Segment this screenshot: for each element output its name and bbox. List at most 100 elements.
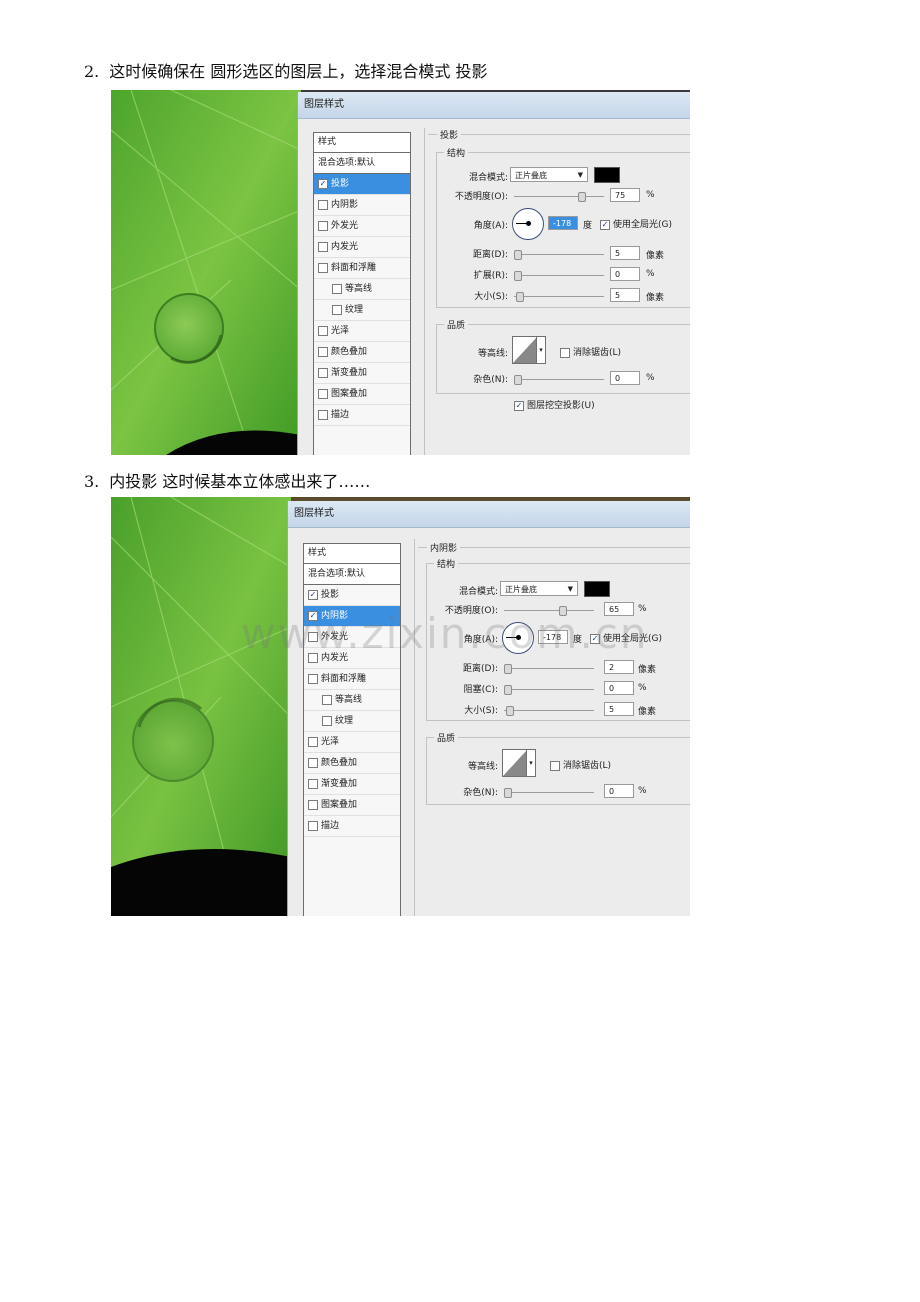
style-item-drop-shadow[interactable]: ✓ 投影	[304, 585, 400, 606]
size-label: 大小(S):	[464, 706, 498, 716]
spread-input[interactable]: 0	[610, 267, 640, 281]
opacity-slider[interactable]	[514, 192, 604, 202]
style-item-pattern-overlay[interactable]: 图案叠加	[304, 795, 400, 816]
checkbox[interactable]	[308, 820, 318, 831]
checkbox-checked[interactable]: ✓	[308, 589, 318, 600]
distance-input[interactable]: 2	[604, 660, 634, 674]
contour-picker[interactable]: ▾	[502, 749, 536, 777]
slider-handle[interactable]	[578, 192, 586, 202]
checkbox[interactable]	[308, 799, 318, 810]
section-title: 内阴影	[427, 541, 461, 554]
slider-handle[interactable]	[514, 250, 522, 260]
checkbox[interactable]	[318, 325, 328, 336]
global-light-checkbox[interactable]: ✓ 使用全局光(G)	[600, 217, 672, 230]
checkbox[interactable]	[308, 757, 318, 768]
style-item-texture[interactable]: 纹理	[304, 711, 400, 732]
distance-input[interactable]: 5	[610, 246, 640, 260]
slider-handle[interactable]	[504, 685, 512, 695]
noise-slider[interactable]	[504, 788, 594, 798]
slider-handle[interactable]	[516, 292, 524, 302]
checkbox-checked[interactable]: ✓	[600, 219, 610, 230]
style-item-contour[interactable]: 等高线	[304, 690, 400, 711]
style-item-color-overlay[interactable]: 颜色叠加	[314, 342, 410, 363]
spread-slider[interactable]	[514, 271, 604, 281]
checkbox[interactable]	[318, 409, 328, 420]
step-3-caption: 3. 内投影 这时候基本立体感出来了……	[84, 468, 370, 492]
choke-slider[interactable]	[504, 685, 594, 695]
layer-style-dialog: 图层样式 样式 混合选项:默认 ✓ 投影 内阴影 外发光 内发光 斜面和浮雕 等高…	[297, 92, 690, 455]
angle-dial[interactable]	[512, 208, 544, 240]
style-item-drop-shadow[interactable]: ✓ 投影	[314, 174, 410, 195]
chevron-down-icon[interactable]: ▾	[526, 750, 535, 776]
checkbox[interactable]	[318, 241, 328, 252]
checkbox[interactable]	[318, 199, 328, 210]
pixel-unit: 像素	[646, 251, 665, 261]
antialias-checkbox[interactable]: 消除锯齿(L)	[550, 758, 611, 771]
checkbox[interactable]	[308, 673, 318, 684]
knockout-checkbox[interactable]: ✓ 图层挖空投影(U)	[514, 398, 595, 411]
size-input[interactable]: 5	[610, 288, 640, 302]
style-item-color-overlay[interactable]: 颜色叠加	[304, 753, 400, 774]
checkbox-checked[interactable]: ✓	[318, 178, 328, 189]
size-slider[interactable]	[504, 706, 594, 716]
slider-handle[interactable]	[504, 788, 512, 798]
style-item-stroke[interactable]: 描边	[314, 405, 410, 426]
slider-handle[interactable]	[514, 271, 522, 281]
checkbox[interactable]	[308, 778, 318, 789]
checkbox[interactable]	[332, 283, 342, 294]
noise-slider[interactable]	[514, 375, 604, 385]
size-label: 大小(S):	[474, 292, 508, 302]
checkbox[interactable]	[308, 736, 318, 747]
blend-mode-select[interactable]: 正片叠底 ▼	[510, 167, 588, 182]
blend-mode-select[interactable]: 正片叠底 ▼	[500, 581, 578, 596]
checkbox-checked[interactable]: ✓	[514, 400, 524, 411]
angle-input[interactable]: -178	[548, 216, 578, 230]
size-slider[interactable]	[514, 292, 604, 302]
style-item-bevel-emboss[interactable]: 斜面和浮雕	[314, 258, 410, 279]
checkbox[interactable]	[322, 694, 332, 705]
checkbox[interactable]	[560, 347, 570, 358]
style-item-gradient-overlay[interactable]: 渐变叠加	[314, 363, 410, 384]
style-item-stroke[interactable]: 描边	[304, 816, 400, 837]
chevron-down-icon: ▼	[567, 585, 573, 593]
slider-handle[interactable]	[514, 375, 522, 385]
style-item-satin[interactable]: 光泽	[314, 321, 410, 342]
checkbox[interactable]	[550, 760, 560, 771]
style-item-texture[interactable]: 纹理	[314, 300, 410, 321]
choke-input[interactable]: 0	[604, 681, 634, 695]
noise-label: 杂色(N):	[463, 788, 498, 798]
chevron-down-icon[interactable]: ▾	[536, 337, 545, 363]
style-item-inner-glow[interactable]: 内发光	[314, 237, 410, 258]
checkbox[interactable]	[318, 220, 328, 231]
style-item-contour[interactable]: 等高线	[314, 279, 410, 300]
style-item-satin[interactable]: 光泽	[304, 732, 400, 753]
style-item-outer-glow[interactable]: 外发光	[314, 216, 410, 237]
style-item-inner-shadow[interactable]: 内阴影	[314, 195, 410, 216]
checkbox[interactable]	[318, 262, 328, 273]
blend-options-item[interactable]: 混合选项:默认	[304, 564, 400, 585]
style-item-pattern-overlay[interactable]: 图案叠加	[314, 384, 410, 405]
distance-slider[interactable]	[504, 664, 594, 674]
opacity-input[interactable]: 75	[610, 188, 640, 202]
size-input[interactable]: 5	[604, 702, 634, 716]
noise-input[interactable]: 0	[604, 784, 634, 798]
distance-slider[interactable]	[514, 250, 604, 260]
contour-picker[interactable]: ▾	[512, 336, 546, 364]
checkbox[interactable]	[332, 304, 342, 315]
pixel-unit: 像素	[646, 293, 665, 303]
step-number: 2.	[84, 62, 100, 81]
style-item-bevel-emboss[interactable]: 斜面和浮雕	[304, 669, 400, 690]
antialias-checkbox[interactable]: 消除锯齿(L)	[560, 345, 621, 358]
noise-input[interactable]: 0	[610, 371, 640, 385]
style-item-gradient-overlay[interactable]: 渐变叠加	[304, 774, 400, 795]
blend-options-item[interactable]: 混合选项:默认	[314, 153, 410, 174]
slider-handle[interactable]	[506, 706, 514, 716]
shadow-color-swatch[interactable]	[594, 167, 620, 183]
checkbox[interactable]	[318, 367, 328, 378]
checkbox[interactable]	[318, 388, 328, 399]
checkbox[interactable]	[318, 346, 328, 357]
checkbox[interactable]	[322, 715, 332, 726]
leaf-image	[111, 90, 301, 455]
shadow-color-swatch[interactable]	[584, 581, 610, 597]
slider-handle[interactable]	[504, 664, 512, 674]
